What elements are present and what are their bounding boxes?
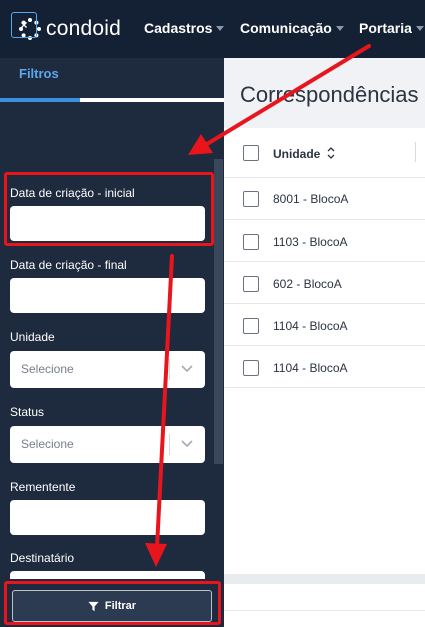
caret-down-icon bbox=[216, 25, 225, 31]
row-unit: 8001 - BlocoA bbox=[273, 192, 349, 206]
annotation-highlight-date-field bbox=[4, 172, 214, 246]
tab-filtros[interactable]: Filtros bbox=[19, 66, 59, 81]
unit-label: Unidade bbox=[10, 330, 55, 344]
page-title: Correspondências bbox=[240, 82, 419, 107]
unit-select-value: Selecione bbox=[21, 362, 74, 376]
row-checkbox[interactable] bbox=[243, 276, 259, 292]
unit-select[interactable]: Selecione bbox=[10, 351, 205, 388]
column-separator bbox=[415, 142, 416, 162]
select-divider bbox=[169, 359, 170, 380]
close-filters-button[interactable]: × bbox=[11, 12, 37, 38]
column-header-unidade[interactable]: Unidade bbox=[273, 147, 320, 161]
row-unit: 602 - BlocoA bbox=[273, 277, 342, 291]
table-footer-strip bbox=[224, 574, 425, 584]
created-to-label: Data de criação - final bbox=[10, 258, 127, 272]
nav-comunicacao[interactable]: Comunicação bbox=[240, 20, 344, 36]
row-checkbox[interactable] bbox=[243, 234, 259, 250]
nav-cadastros-label: Cadastros bbox=[144, 20, 213, 36]
app-window: condoid Cadastros Comunicação Portaria ×… bbox=[0, 0, 425, 627]
tab-active-indicator bbox=[0, 98, 80, 102]
panel-scrollbar[interactable] bbox=[214, 159, 223, 464]
chevron-down-icon bbox=[181, 365, 193, 373]
brand-name: condoid bbox=[46, 17, 121, 40]
close-icon: × bbox=[20, 18, 28, 32]
status-label: Status bbox=[10, 405, 45, 419]
recipient-label: Destinatário bbox=[10, 551, 75, 565]
status-select-value: Selecione bbox=[21, 437, 74, 451]
caret-down-icon bbox=[335, 25, 344, 31]
top-navbar: condoid Cadastros Comunicação Portaria bbox=[0, 0, 425, 58]
chevron-down-icon bbox=[181, 440, 193, 448]
sender-label: Rementente bbox=[10, 480, 76, 494]
created-to-input[interactable] bbox=[10, 278, 205, 313]
status-select[interactable]: Selecione bbox=[10, 426, 205, 463]
sort-icon[interactable] bbox=[325, 146, 337, 160]
row-checkbox[interactable] bbox=[243, 318, 259, 334]
row-checkbox[interactable] bbox=[243, 191, 259, 207]
row-unit: 1103 - BlocoA bbox=[273, 235, 348, 249]
nav-comunicacao-label: Comunicação bbox=[240, 20, 332, 36]
nav-cadastros[interactable]: Cadastros bbox=[144, 20, 225, 36]
row-unit: 1104 - BlocoA bbox=[273, 361, 348, 375]
nav-portaria[interactable]: Portaria bbox=[359, 20, 424, 36]
row-checkbox[interactable] bbox=[243, 360, 259, 376]
select-divider bbox=[169, 434, 170, 455]
nav-portaria-label: Portaria bbox=[359, 20, 412, 36]
annotation-highlight-filter-button bbox=[4, 581, 221, 625]
select-all-checkbox[interactable] bbox=[243, 145, 259, 161]
row-unit: 1104 - BlocoA bbox=[273, 319, 348, 333]
caret-down-icon bbox=[415, 25, 424, 31]
footer-divider bbox=[224, 610, 425, 611]
sender-input[interactable] bbox=[10, 500, 205, 535]
